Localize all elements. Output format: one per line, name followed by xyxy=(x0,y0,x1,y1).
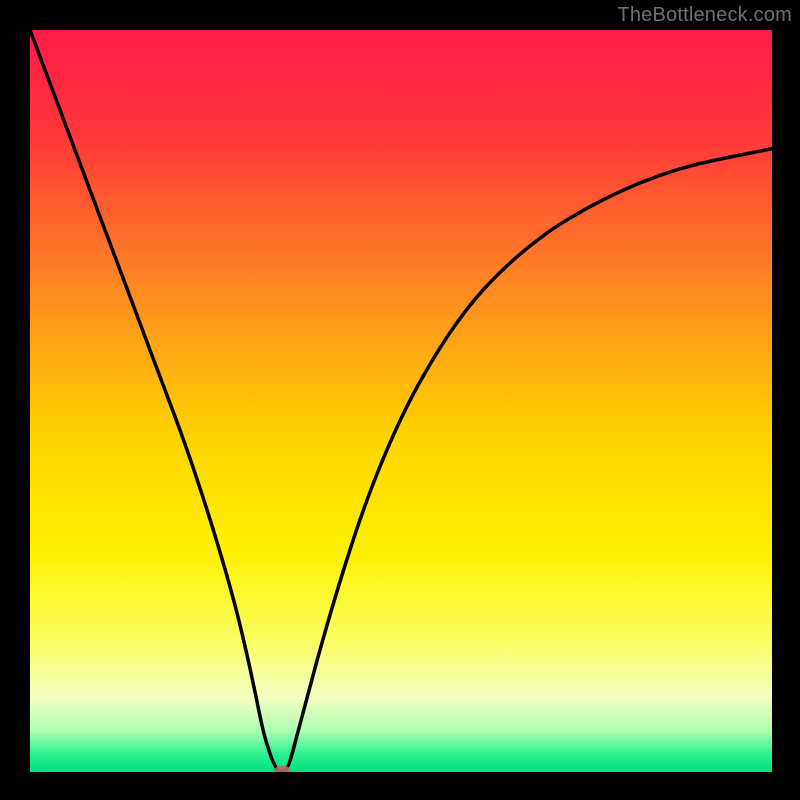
chart-stage: TheBottleneck.com xyxy=(0,0,800,800)
watermark-text: TheBottleneck.com xyxy=(617,4,792,27)
plot-area xyxy=(30,30,772,772)
gradient-background xyxy=(30,30,772,772)
